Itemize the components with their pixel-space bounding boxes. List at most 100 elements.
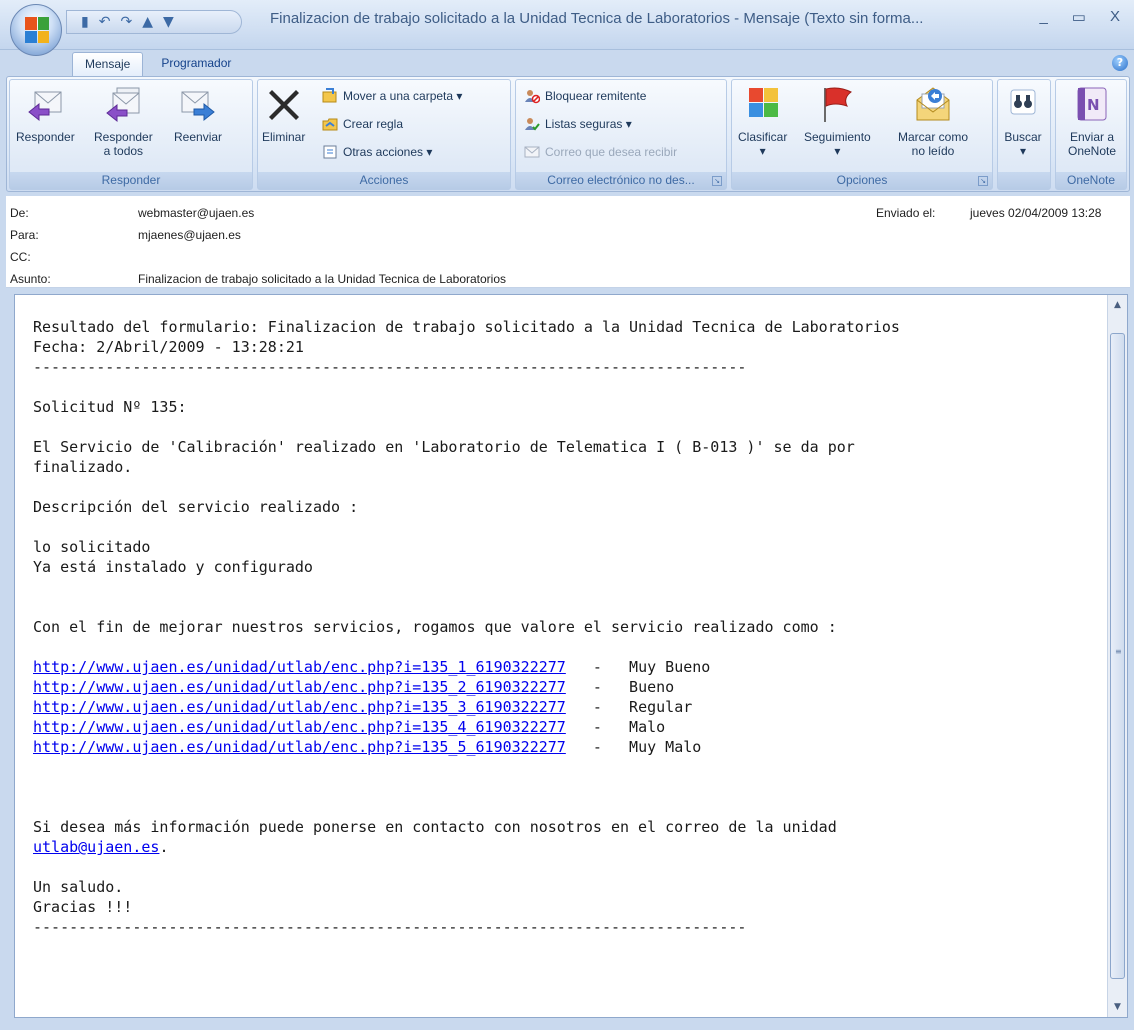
rating-row: http://www.ujaen.es/unidad/utlab/enc.php… bbox=[33, 698, 693, 716]
next-item-icon[interactable]: ▼ bbox=[163, 15, 174, 29]
message-header: De: webmaster@ujaen.es Para: mjaenes@uja… bbox=[6, 196, 1130, 288]
save-icon[interactable]: ▮ bbox=[81, 15, 89, 29]
rating-request: Con el fin de mejorar nuestros servicios… bbox=[33, 618, 837, 636]
sent-value: jueves 02/04/2009 13:28 bbox=[970, 206, 1102, 220]
delete-icon bbox=[264, 84, 304, 124]
delete-button[interactable]: Eliminar bbox=[262, 84, 305, 144]
tab-mensaje[interactable]: Mensaje bbox=[72, 52, 144, 76]
create-rule-button[interactable]: Crear regla bbox=[322, 116, 403, 132]
window-title: Finalizacion de trabajo solicitado a la … bbox=[270, 10, 924, 27]
send-to-onenote-button[interactable]: N Enviar a OneNote bbox=[1068, 84, 1116, 158]
find-button[interactable]: Buscar ▾ bbox=[1003, 84, 1043, 158]
scroll-up-icon[interactable]: ▲ bbox=[1108, 295, 1127, 315]
separator-line: ----------------------------------------… bbox=[33, 358, 747, 376]
not-junk-icon bbox=[524, 144, 540, 160]
mark-unread-button[interactable]: Marcar como no leído bbox=[898, 84, 968, 158]
ribbon: Responder Responder a todos Reenviar Res… bbox=[6, 76, 1130, 192]
rating-label: Bueno bbox=[629, 678, 675, 696]
scrollbar-thumb[interactable]: ≡ bbox=[1110, 333, 1125, 979]
redo-icon[interactable]: ↷ bbox=[120, 15, 132, 29]
reply-button[interactable]: Responder bbox=[16, 84, 75, 144]
other-actions-button[interactable]: Otras acciones ▾ bbox=[322, 144, 432, 160]
categorize-button[interactable]: Clasificar ▾ bbox=[738, 84, 787, 158]
message-body: Resultado del formulario: Finalizacion d… bbox=[14, 294, 1128, 1018]
create-rule-icon bbox=[322, 116, 338, 132]
group-label-responder: Responder bbox=[10, 172, 252, 189]
from-value[interactable]: webmaster@ujaen.es bbox=[138, 206, 254, 220]
maximize-button[interactable]: ▭ bbox=[1072, 8, 1086, 26]
safe-lists-button[interactable]: Listas seguras ▾ bbox=[524, 116, 632, 132]
message-body-text: Resultado del formulario: Finalizacion d… bbox=[33, 318, 900, 936]
group-onenote: N Enviar a OneNote OneNote bbox=[1055, 79, 1127, 190]
service-line: El Servicio de 'Calibración' realizado e… bbox=[33, 438, 855, 456]
contact-info: Si desea más información puede ponerse e… bbox=[33, 818, 837, 836]
office-button[interactable] bbox=[10, 4, 62, 56]
previous-item-icon[interactable]: ▲ bbox=[142, 15, 153, 29]
follow-up-button[interactable]: Seguimiento ▾ bbox=[804, 84, 871, 158]
rating-row: http://www.ujaen.es/unidad/utlab/enc.php… bbox=[33, 678, 675, 696]
minimize-button[interactable]: _ bbox=[1039, 8, 1047, 26]
description-line: Ya está instalado y configurado bbox=[33, 558, 313, 576]
flag-icon bbox=[817, 84, 857, 124]
not-junk-button[interactable]: Correo que desea recibir bbox=[524, 144, 677, 160]
greeting: Un saludo. bbox=[33, 878, 124, 896]
contact-email-link[interactable]: utlab@ujaen.es bbox=[33, 838, 159, 856]
move-to-folder-button[interactable]: Mover a una carpeta ▾ bbox=[322, 88, 462, 104]
group-label-opciones: Opciones bbox=[732, 172, 992, 189]
binoculars-icon bbox=[1003, 84, 1043, 124]
safe-lists-icon bbox=[524, 116, 540, 132]
title-bar: ▮ ↶ ↷ ▲ ▼ Finalizacion de trabajo solici… bbox=[0, 0, 1134, 56]
reply-all-button[interactable]: Responder a todos bbox=[94, 84, 153, 158]
block-sender-icon bbox=[524, 88, 541, 104]
rating-link[interactable]: http://www.ujaen.es/unidad/utlab/enc.php… bbox=[33, 698, 566, 716]
to-label: Para: bbox=[10, 228, 39, 242]
window-controls: _ ▭ X bbox=[1039, 8, 1120, 26]
other-actions-icon bbox=[322, 144, 338, 160]
mark-unread-icon bbox=[913, 84, 953, 124]
rating-label: Muy Malo bbox=[629, 738, 702, 756]
date-line: Fecha: 2/Abril/2009 - 13:28:21 bbox=[33, 338, 304, 356]
form-result-line: Resultado del formulario: Finalizacion d… bbox=[33, 318, 900, 336]
group-opciones: Clasificar ▾ Seguimiento ▾ Marcar como n… bbox=[731, 79, 993, 190]
description-heading: Descripción del servicio realizado : bbox=[33, 498, 359, 516]
rating-row: http://www.ujaen.es/unidad/utlab/enc.php… bbox=[33, 738, 702, 756]
to-value[interactable]: mjaenes@ujaen.es bbox=[138, 228, 241, 242]
scrollbar-grip-icon: ≡ bbox=[1115, 647, 1122, 656]
undo-icon[interactable]: ↶ bbox=[99, 15, 111, 29]
sent-label: Enviado el: bbox=[876, 206, 936, 220]
close-button[interactable]: X bbox=[1110, 8, 1120, 26]
vertical-scrollbar[interactable]: ▲ ≡ ▼ bbox=[1107, 295, 1127, 1017]
dialog-launcher-icon[interactable]: ↘ bbox=[712, 176, 722, 186]
group-label-onenote: OneNote bbox=[1056, 172, 1126, 189]
group-correo-no-deseado: Bloquear remitente Listas seguras ▾ Corr… bbox=[515, 79, 727, 190]
move-folder-icon bbox=[322, 88, 338, 104]
scroll-down-icon[interactable]: ▼ bbox=[1108, 997, 1127, 1017]
dialog-launcher-icon[interactable]: ↘ bbox=[978, 176, 988, 186]
from-label: De: bbox=[10, 206, 29, 220]
thanks: Gracias !!! bbox=[33, 898, 133, 916]
rating-row: http://www.ujaen.es/unidad/utlab/enc.php… bbox=[33, 718, 666, 736]
help-icon[interactable]: ? bbox=[1112, 55, 1128, 71]
subject-value: Finalizacion de trabajo solicitado a la … bbox=[138, 272, 507, 286]
quick-access-toolbar: ▮ ↶ ↷ ▲ ▼ bbox=[66, 10, 242, 34]
rating-label: Muy Bueno bbox=[629, 658, 711, 676]
forward-button[interactable]: Reenviar bbox=[174, 84, 222, 144]
rating-link[interactable]: http://www.ujaen.es/unidad/utlab/enc.php… bbox=[33, 658, 566, 676]
rating-link[interactable]: http://www.ujaen.es/unidad/utlab/enc.php… bbox=[33, 718, 566, 736]
cc-label: CC: bbox=[10, 250, 31, 264]
block-sender-button[interactable]: Bloquear remitente bbox=[524, 88, 646, 104]
rating-link[interactable]: http://www.ujaen.es/unidad/utlab/enc.php… bbox=[33, 738, 566, 756]
tab-programador[interactable]: Programador bbox=[149, 52, 243, 76]
description-line: lo solicitado bbox=[33, 538, 151, 556]
categorize-icon bbox=[743, 84, 783, 124]
rating-row: http://www.ujaen.es/unidad/utlab/enc.php… bbox=[33, 658, 711, 676]
rating-label: Regular bbox=[629, 698, 693, 716]
group-label-correo: Correo electrónico no des... bbox=[516, 172, 726, 189]
reply-icon bbox=[25, 84, 65, 124]
subject-label: Asunto: bbox=[10, 272, 51, 286]
rating-label: Malo bbox=[629, 718, 666, 736]
request-number: Solicitud Nº 135: bbox=[33, 398, 187, 416]
onenote-icon: N bbox=[1072, 84, 1112, 124]
rating-link[interactable]: http://www.ujaen.es/unidad/utlab/enc.php… bbox=[33, 678, 566, 696]
group-responder: Responder Responder a todos Reenviar Res… bbox=[9, 79, 253, 190]
